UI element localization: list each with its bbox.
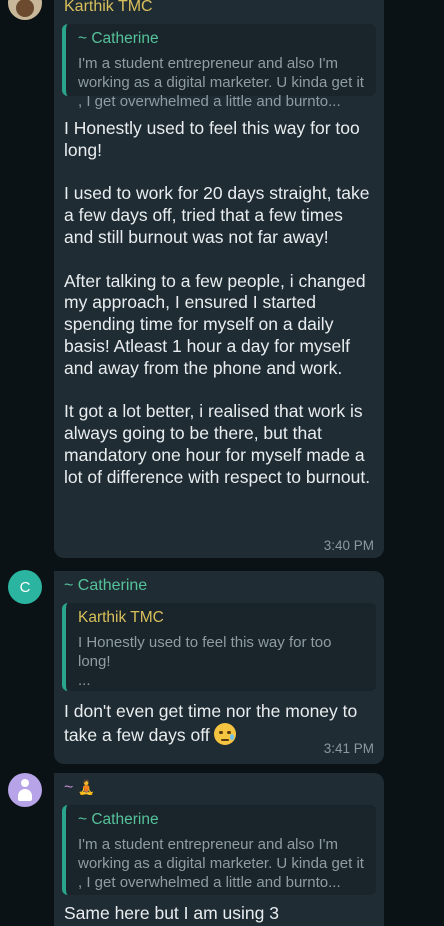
message-bubble-karthik[interactable]: Karthik TMC ~ Catherine I'm a student en… xyxy=(54,0,384,558)
meditation-emoji: 🧘 xyxy=(77,779,96,795)
avatar-letter: C xyxy=(19,578,31,596)
person-icon xyxy=(17,779,33,801)
message-time: 3:41 PM xyxy=(323,741,374,756)
karthik-avatar[interactable] xyxy=(8,0,42,20)
avatar-photo xyxy=(16,0,34,17)
quoted-text: I Honestly used to feel this way for too… xyxy=(78,634,332,689)
catherine-avatar[interactable]: C xyxy=(8,570,42,604)
quoted-text: I'm a student entrepreneur and also I'm … xyxy=(78,55,369,110)
message-text: I Honestly used to feel this way for too… xyxy=(64,118,371,487)
quoted-sender-name: Karthik TMC xyxy=(78,609,164,626)
message-time: 3:40 PM xyxy=(323,538,374,553)
member-avatar[interactable] xyxy=(8,773,42,807)
message-bubble-catherine[interactable]: ~ Catherine Karthik TMC I Honestly used … xyxy=(54,571,384,764)
message-text: I don't even get time nor the money to t… xyxy=(64,701,372,747)
message-bubble-member[interactable]: ~ 🧘 ~ Catherine I'm a student entreprene… xyxy=(54,773,384,926)
chat-view: Karthik TMC ~ Catherine I'm a student en… xyxy=(0,0,444,926)
sender-tilde: ~ xyxy=(64,779,74,796)
sender-name[interactable]: ~ 🧘 xyxy=(64,779,95,797)
quoted-message[interactable]: ~ Catherine I'm a student entrepreneur a… xyxy=(62,805,376,895)
crying-face-emoji xyxy=(213,722,236,745)
message-text-content: I don't even get time nor the money to t… xyxy=(64,701,363,745)
quoted-sender-name: ~ Catherine xyxy=(78,811,159,828)
sender-name[interactable]: Karthik TMC xyxy=(64,0,153,16)
quoted-message[interactable]: ~ Catherine I'm a student entrepreneur a… xyxy=(62,24,376,110)
quoted-text: I'm a student entrepreneur and also I'm … xyxy=(78,836,369,891)
quoted-sender-name: ~ Catherine xyxy=(78,30,159,47)
message-text: Same here but I am using 3 xyxy=(64,903,279,923)
sender-name[interactable]: ~ Catherine xyxy=(64,577,147,595)
quoted-message[interactable]: Karthik TMC I Honestly used to feel this… xyxy=(62,603,376,691)
